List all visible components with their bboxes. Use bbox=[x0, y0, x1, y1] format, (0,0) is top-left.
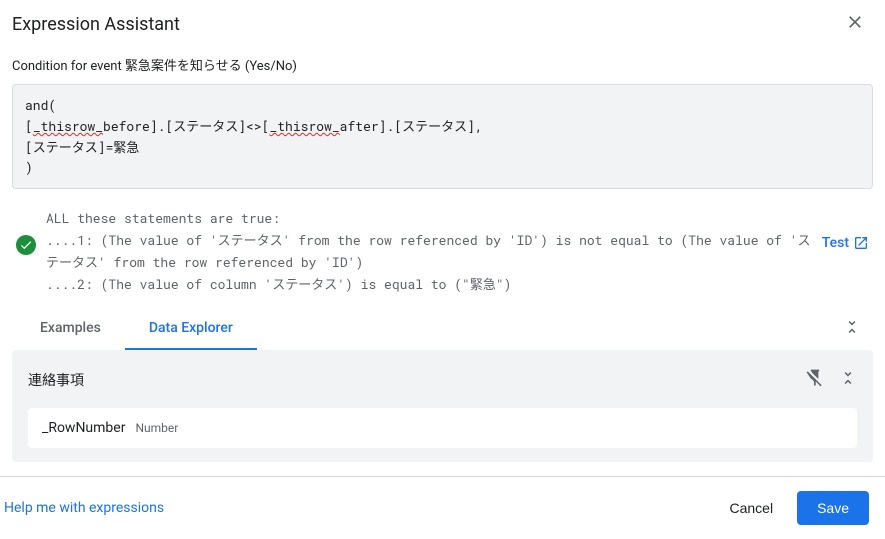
expr-text: after].[ステータス], bbox=[340, 117, 483, 135]
expr-text: [ bbox=[25, 117, 33, 135]
close-icon[interactable] bbox=[845, 12, 865, 37]
pin-off-icon[interactable] bbox=[805, 368, 825, 392]
unfold-less-icon[interactable] bbox=[835, 310, 869, 348]
cancel-button[interactable]: Cancel bbox=[725, 492, 777, 524]
table-header: 連絡事項 bbox=[28, 368, 857, 392]
dialog-content: Condition for event 緊急案件を知らせる (Yes/No) a… bbox=[0, 55, 885, 462]
expr-line: and( bbox=[25, 96, 56, 114]
expr-line: ) bbox=[25, 158, 33, 176]
footer-buttons: Cancel Save bbox=[725, 491, 869, 525]
expr-text: before].[ステータス]<>[ bbox=[103, 117, 269, 135]
expression-editor[interactable]: and( [_thisrow_before].[ステータス]<>[_thisro… bbox=[12, 84, 873, 189]
save-button[interactable]: Save bbox=[797, 491, 869, 525]
column-row[interactable]: _RowNumber Number bbox=[28, 408, 857, 448]
data-explorer-panel: 連絡事項 _RowNumber Number bbox=[12, 350, 873, 462]
test-link-label: Test bbox=[822, 235, 849, 251]
check-circle-icon bbox=[16, 235, 36, 255]
test-link[interactable]: Test bbox=[822, 235, 869, 251]
open-in-new-icon bbox=[853, 235, 869, 251]
expr-underline: _thisrow_ bbox=[269, 117, 339, 135]
validation-text: ALL these statements are true: ....1: (T… bbox=[46, 207, 812, 295]
expr-line: [ステータス]=緊急 bbox=[25, 138, 139, 156]
validation-row: ALL these statements are true: ....1: (T… bbox=[12, 189, 873, 307]
dialog-title: Expression Assistant bbox=[12, 14, 180, 35]
tab-examples[interactable]: Examples bbox=[16, 308, 125, 350]
dialog-footer: Help me with expressions Cancel Save bbox=[0, 476, 885, 539]
unfold-less-icon[interactable] bbox=[839, 369, 857, 391]
tabs: Examples Data Explorer bbox=[16, 308, 257, 350]
column-type: Number bbox=[135, 421, 178, 435]
table-icons bbox=[805, 368, 857, 392]
column-name: _RowNumber bbox=[42, 420, 125, 436]
expr-underline: _thisrow_ bbox=[33, 117, 103, 135]
help-link[interactable]: Help me with expressions bbox=[4, 500, 164, 516]
condition-label: Condition for event 緊急案件を知らせる (Yes/No) bbox=[12, 55, 873, 74]
dialog-header: Expression Assistant bbox=[0, 0, 885, 55]
tabs-row: Examples Data Explorer bbox=[12, 308, 873, 350]
table-name: 連絡事項 bbox=[28, 370, 84, 390]
tab-data-explorer[interactable]: Data Explorer bbox=[125, 308, 257, 350]
